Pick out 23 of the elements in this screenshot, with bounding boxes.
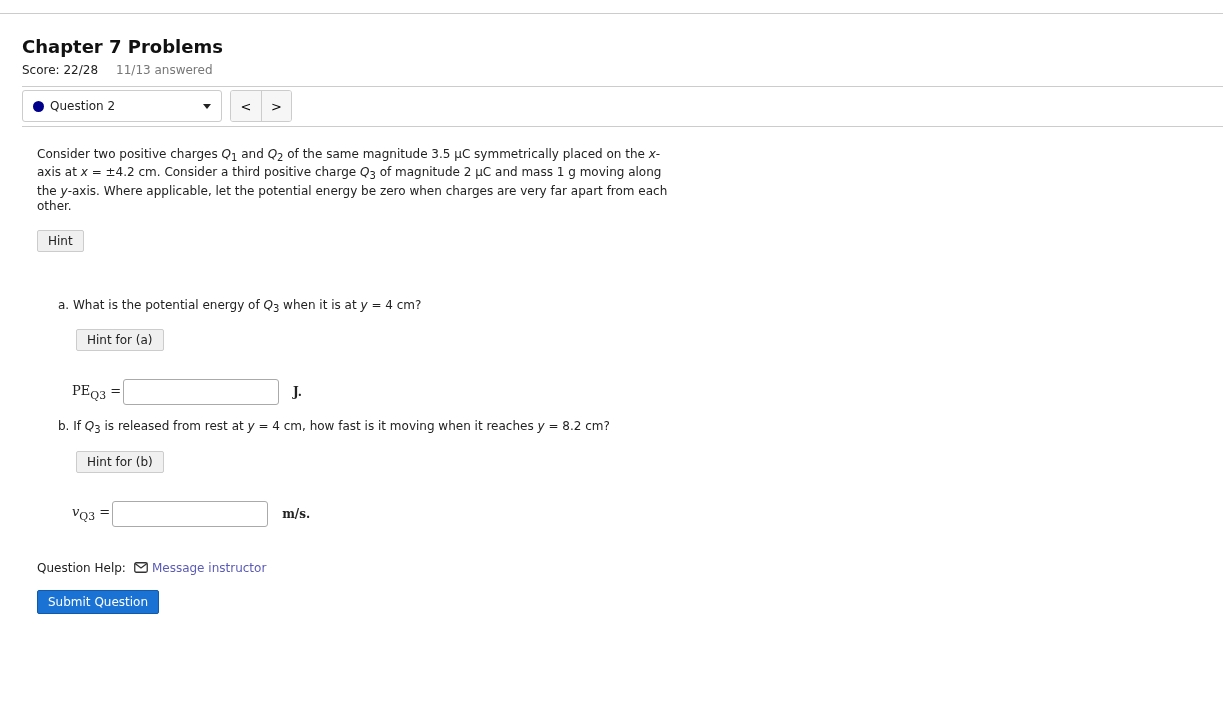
answer-label: v$_{Q3}$ = [72,504,111,523]
answer-field[interactable] [112,500,269,527]
hint-button[interactable]: Hint [37,229,84,252]
answer-label: PE$_{Q3}$ = [72,382,122,402]
caret-icon [203,103,211,109]
message-instructor-link[interactable]: Message instructor [133,560,267,575]
unit-label: J. [293,385,302,400]
answer-field[interactable] [123,379,280,406]
submit-button[interactable]: Submit Question [37,589,160,614]
question-select[interactable]: Question 2 [22,90,222,122]
page-title: Chapter 7 Problems [22,36,224,57]
answered-count: 11/13 answered [116,63,213,77]
previous-button[interactable]: < [231,91,261,121]
question-text: Consider two positive charges Q$_{1}$ and Q$_{2}$ of the same magnitude 3.5 μC symmetrically placed on the x-axis at x = ±4.2 cm. Consider a third positive charge Q$_{3}$ of magnitude 2 μC and mass 1 g moving along the y-axis. Where applicable, let the potential energy be zero when charges are very far apart from each other. [37,147,669,214]
part-question: a. What is the potential energy of Q$_{3}$ when it is at y = 4 cm? [58,297,423,315]
hint-button[interactable]: Hint for (b) [76,450,164,473]
hint-button[interactable]: Hint for (a) [76,329,164,352]
unit-label: m/s. [282,506,311,521]
help-label: Question Help: [37,560,126,575]
score-text: Score: 22/28 [22,63,99,77]
envelope-icon [133,562,148,574]
next-button[interactable]: > [261,91,291,121]
part-question: b. If Q$_{3}$ is released from rest at y = 4 cm, how fast is it moving when it reaches y = 8.2 cm? [58,419,611,436]
